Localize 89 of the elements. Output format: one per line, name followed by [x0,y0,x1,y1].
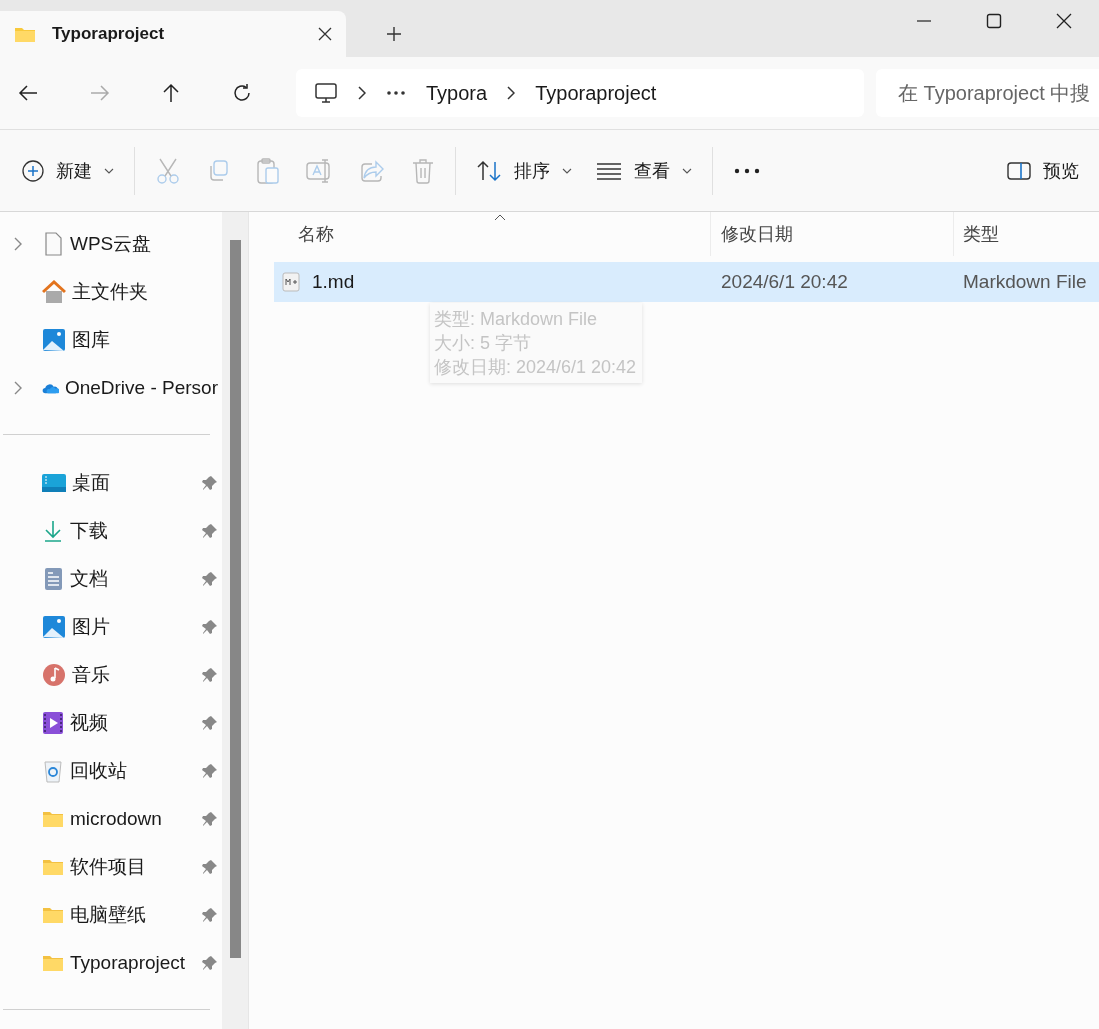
pin-icon[interactable] [202,715,218,731]
sidebar-item[interactable]: 图库 [0,316,222,364]
column-header[interactable]: 修改日期 [711,212,954,256]
pin-icon[interactable] [202,523,218,539]
monitor-icon [314,81,338,105]
pin-icon[interactable] [202,859,218,875]
close-icon[interactable] [318,27,332,41]
sidebar-label: 回收站 [70,759,128,783]
chevron-icon [358,86,366,100]
sidebar-item[interactable]: 电脑壁纸 [0,891,222,939]
desktop-icon [42,473,66,493]
pin-icon[interactable] [202,907,218,923]
sidebar-label: 软件项目 [70,855,147,879]
sidebar-label: 桌面 [72,471,111,495]
pin-icon[interactable] [202,571,218,587]
file-icon [282,272,300,292]
column-header[interactable]: 名称 [274,212,711,256]
folder-icon [42,954,64,972]
search-field[interactable]: 在 Typoraproject 中搜 [876,69,1099,117]
plus-icon[interactable] [386,26,402,42]
sidebar-label: 图库 [72,328,111,352]
sidebar-label: Typoraproject [70,952,187,974]
sidebar-item[interactable]: 音乐 [0,651,222,699]
more-icon[interactable] [386,90,406,96]
sidebar-item[interactable]: 回收站 [0,747,222,795]
sidebar-label: 主文件夹 [72,280,149,304]
refresh-icon[interactable] [232,83,252,103]
sidebar-item[interactable]: microdown [0,795,222,843]
image-icon [42,615,66,639]
column-header[interactable]: 类型 [954,212,1099,256]
document-icon [42,567,64,591]
close-icon[interactable] [1056,13,1072,29]
sidebar-item[interactable]: 软件项目 [0,843,222,891]
pin-icon[interactable] [202,955,218,971]
document-icon [42,232,64,256]
sidebar-item[interactable]: 视频 [0,699,222,747]
pin-icon[interactable] [202,763,218,779]
file-name: 1.md [312,271,355,293]
sidebar-item[interactable]: 文档 [0,555,222,603]
sidebar-item[interactable]: 主文件夹 [0,268,222,316]
sidebar-item[interactable]: 图片 [0,603,222,651]
folder-icon [14,25,36,43]
back-arrow-icon[interactable] [18,84,38,102]
pin-icon[interactable] [202,475,218,491]
folder-icon [42,858,64,876]
sidebar-label: 视频 [70,711,109,735]
download-arrow-icon [42,519,64,543]
sidebar-item[interactable]: WPS云盘 [0,220,222,268]
sidebar-item[interactable]: Typoraproject [0,939,222,987]
view-button[interactable]: 查看 [584,148,704,193]
sidebar-label: WPS云盘 [70,232,153,256]
sidebar-item[interactable]: OneDrive - Persor [0,364,222,412]
up-arrow-icon[interactable] [162,83,180,103]
folder-icon [42,906,64,924]
sidebar-label: 电脑壁纸 [70,903,147,927]
sidebar-label: microdown [70,808,163,830]
chevron-icon[interactable] [14,381,22,395]
address-bar[interactable]: Typora Typoraproject [296,69,864,117]
sidebar-label: 图片 [72,615,111,639]
sidebar-label: 下载 [70,519,109,543]
video-icon [42,711,64,735]
pin-icon[interactable] [202,667,218,683]
new-button[interactable]: 新建 [10,148,126,193]
modified-date: 2024/6/1 20:42 [721,271,848,293]
tab-title: Typoraproject [52,24,166,44]
image-icon [42,328,66,352]
maximize-icon[interactable] [986,13,1002,29]
forward-arrow-icon[interactable] [90,84,110,102]
preview-button[interactable]: 预览 [995,148,1091,193]
sort-button[interactable]: 排序 [464,148,584,193]
sidebar-label: 音乐 [72,663,111,687]
chevron-icon [507,86,516,100]
tab[interactable]: Typoraproject [0,11,346,57]
file-type: Markdown File [963,271,1087,293]
chevron-icon[interactable] [14,237,22,251]
breadcrumb-item[interactable]: Typora [426,81,488,105]
file-row[interactable]: 1.md 2024/6/1 20:42 Markdown File [274,262,1099,302]
sidebar-item[interactable]: 桌面 [0,459,222,507]
pin-icon[interactable] [202,619,218,635]
recycle-bin-icon [42,759,64,783]
sidebar-item[interactable]: 下载 [0,507,222,555]
pin-icon[interactable] [202,811,218,827]
sidebar-label: 文档 [70,567,109,591]
scrollbar-thumb[interactable] [229,240,241,958]
folder-icon [42,810,64,828]
sidebar-label: OneDrive - Persor [64,377,218,399]
breadcrumb-item[interactable]: Typoraproject [535,81,657,105]
music-note-icon [42,663,66,687]
house-icon [42,280,66,304]
